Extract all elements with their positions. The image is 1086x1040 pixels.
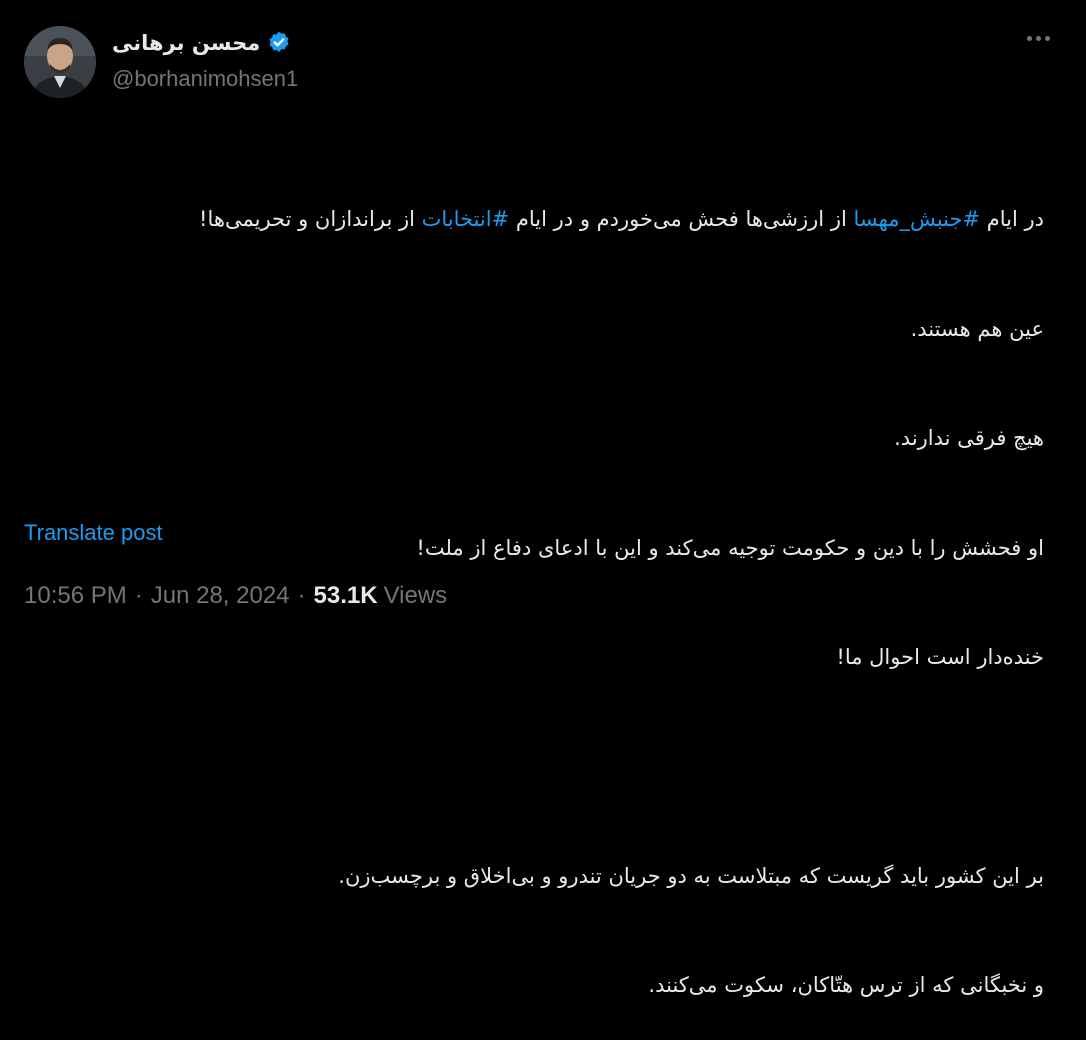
tweet-paragraph: در ایام #جنبش_مهسا از ارزشی‌ها فحش می‌خو… <box>24 201 1044 238</box>
views-count[interactable]: 53.1K <box>314 582 378 610</box>
hashtag-link[interactable]: #جنبش_مهسا <box>853 207 980 231</box>
views-label: Views <box>383 582 448 609</box>
avatar-image <box>24 26 96 98</box>
author-display-name[interactable]: محسن برهانی <box>112 31 260 55</box>
tweet-date[interactable]: Jun 28, 2024 <box>151 582 290 610</box>
tweet-text-segment: در ایام <box>980 207 1044 231</box>
meta-separator: · <box>297 582 306 609</box>
tweet-line: او فحشش را با دین و حکومت توجیه می‌کند و… <box>416 535 1044 560</box>
tweet-line: هیچ فرقی ندارند. <box>894 426 1044 450</box>
tweet-line: و نخبگانی که از ترس هتّاکان، سکوت می‌کنن… <box>648 973 1044 997</box>
hashtag-link[interactable]: #انتخابات <box>422 207 510 231</box>
tweet-time[interactable]: 10:56 PM <box>24 582 127 610</box>
more-dots-icon <box>1027 36 1032 41</box>
more-dots-icon <box>1036 36 1041 41</box>
tweet-text-segment: از ارزشی‌ها فحش می‌خوردم و در ایام <box>509 207 854 231</box>
tweet-meta: 10:56 PM · Jun 28, 2024 · 53.1K Views <box>24 582 447 610</box>
meta-separator: · <box>134 582 143 609</box>
tweet-line: خنده‌دار است احوال ما! <box>836 645 1044 669</box>
translate-post-link[interactable]: Translate post <box>24 520 163 546</box>
author-handle[interactable]: @borhanimohsen1 <box>112 66 298 92</box>
verified-badge-icon <box>266 30 292 56</box>
tweet-text-segment: از براندازان و تحریمی‌ها! <box>199 207 422 231</box>
author-block: محسن برهانی @borhanimohsen1 <box>112 26 298 92</box>
tweet-line: عین هم هستند. <box>910 316 1044 341</box>
more-options-button[interactable] <box>1027 36 1050 41</box>
tweet-line: بر این کشور باید گریست که مبتلاست به دو … <box>338 863 1044 888</box>
avatar[interactable] <box>24 26 96 98</box>
more-dots-icon <box>1045 36 1050 41</box>
